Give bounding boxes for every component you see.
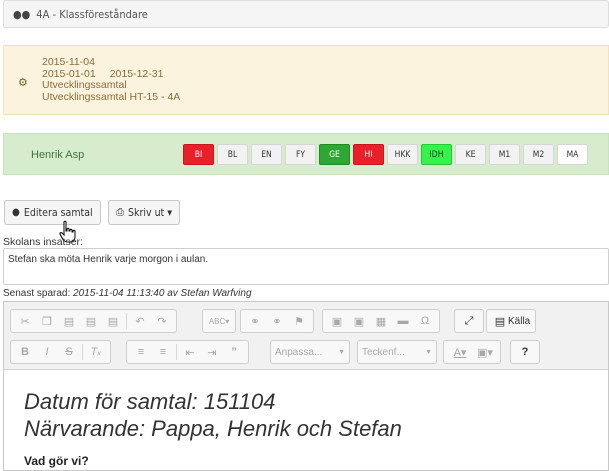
redo-icon[interactable]: ↷ [151, 311, 173, 331]
spellcheck-icon[interactable]: ABC▾ [206, 311, 232, 331]
editor-content[interactable]: Datum för samtal: 151104 Närvarande: Pap… [24, 388, 402, 442]
subject-badge-ke[interactable]: KE [455, 144, 486, 165]
remove-format-icon[interactable]: Tₓ [85, 342, 107, 362]
toolbar-group-colors: A▾ ▣▾ [443, 340, 501, 364]
meeting-info-panel: ⚙ 2015-11-04 2015-01-01 2015-12-31 Utveck… [3, 45, 609, 115]
blockquote-icon[interactable]: ” [223, 342, 245, 362]
unlink-icon[interactable]: ⚭ [266, 311, 288, 331]
table-icon[interactable]: ▦ [370, 311, 392, 331]
link-icon[interactable]: ⚭ [244, 311, 266, 331]
subject-badge-hi[interactable]: HI [353, 144, 384, 165]
subject-badge-idh[interactable]: IDH [421, 144, 452, 165]
outdent-icon[interactable]: ⇤ [179, 342, 201, 362]
content-line: Datum för samtal: 151104 [24, 389, 276, 414]
separator [82, 344, 83, 360]
paste-text-icon[interactable]: ▤ [80, 311, 102, 331]
panel-title: 4A - Klassföreståndare [36, 7, 148, 21]
horizontal-line-icon[interactable]: ▬ [392, 311, 414, 331]
student-row: Henrik Asp BI BL EN FY GE HI HKK IDH KE M1 M2 MA [3, 133, 609, 175]
toolbar-group-maximize: ⤢ [454, 309, 484, 333]
panel-header: ●● 4A - Klassföreståndare [3, 0, 609, 28]
last-saved: Senast sparad: 2015-11-04 11:13:40 av St… [3, 288, 252, 299]
content-line: Närvarande: Pappa, Henrik och Stefan [24, 416, 402, 441]
source-icon: ▤ [494, 315, 506, 328]
source-button[interactable]: ▤ Källa [486, 309, 537, 333]
separator [176, 344, 177, 360]
copy-icon[interactable]: ❐ [36, 311, 58, 331]
flash-icon[interactable]: ▣ [348, 311, 370, 331]
rich-text-editor[interactable]: ✂ ❐ ▤ ▤ ▤ ↶ ↷ ABC▾ ⚭ ⚭ ⚑ ▣ ▣ ▦ ▬ Ω ⤢ ▤ K… [3, 301, 609, 471]
globe-icon: ● [12, 207, 20, 218]
subject-badge-ma[interactable]: MA [557, 144, 588, 165]
meeting-name: Utvecklingssamtal HT-15 - 4A [42, 90, 181, 103]
bullet-list-icon[interactable]: ≡ [152, 342, 174, 362]
subject-badges: BI BL EN FY GE HI HKK IDH KE M1 M2 MA [183, 144, 591, 165]
paste-icon[interactable]: ▤ [58, 311, 80, 331]
caret-down-icon: ▼ [167, 208, 173, 217]
italic-icon[interactable]: I [36, 342, 58, 362]
subject-badge-en[interactable]: EN [251, 144, 282, 165]
help-icon[interactable]: ? [514, 342, 536, 362]
printer-icon: ⎙ [116, 207, 124, 218]
strike-icon[interactable]: S [58, 342, 80, 362]
meeting-type: Utvecklingssamtal [42, 79, 127, 91]
anchor-flag-icon[interactable]: ⚑ [288, 311, 310, 331]
toolbar-group-lists: ≡ ≡ ⇤ ⇥ ” [126, 340, 249, 364]
dashboard-icon: ⚙ [18, 77, 28, 89]
toolbar-group-format: B I S Tₓ [10, 340, 111, 364]
edit-meeting-button[interactable]: ● Editera samtal [4, 200, 101, 225]
paste-word-icon[interactable]: ▤ [102, 311, 124, 331]
indent-icon[interactable]: ⇥ [201, 342, 223, 362]
insatser-label: Skolans insatser: [3, 236, 83, 248]
insatser-textarea[interactable]: Stefan ska möta Henrik varje morgon i au… [3, 248, 609, 285]
undo-icon[interactable]: ↶ [129, 311, 151, 331]
separator [126, 313, 127, 329]
cut-icon[interactable]: ✂ [14, 311, 36, 331]
group-icon: ●● [13, 7, 31, 21]
toolbar-group-insert: ▣ ▣ ▦ ▬ Ω [322, 309, 440, 333]
editor-toolbar: ✂ ❐ ▤ ▤ ▤ ↶ ↷ ABC▾ ⚭ ⚭ ⚑ ▣ ▣ ▦ ▬ Ω ⤢ ▤ K… [4, 302, 608, 370]
toolbar-group-spell: ABC▾ [202, 309, 236, 333]
subject-badge-ge[interactable]: GE [319, 144, 350, 165]
subject-badge-fy[interactable]: FY [285, 144, 316, 165]
font-select[interactable]: Teckenf... ▼ [357, 340, 437, 364]
subject-badge-bi[interactable]: BI [183, 144, 214, 165]
subject-badge-bl[interactable]: BL [217, 144, 248, 165]
bold-icon[interactable]: B [14, 342, 36, 362]
print-dropdown-button[interactable]: ⎙ Skriv ut ▼ [108, 200, 181, 225]
numbered-list-icon[interactable]: ≡ [130, 342, 152, 362]
special-char-icon[interactable]: Ω [414, 311, 436, 331]
toolbar-group-clipboard: ✂ ❐ ▤ ▤ ▤ ↶ ↷ [10, 309, 177, 333]
format-select[interactable]: Anpassa... ▼ [270, 340, 350, 364]
maximize-icon[interactable]: ⤢ [458, 311, 480, 331]
content-heading: Vad gör vi? [24, 454, 89, 468]
student-name: Henrik Asp [31, 149, 85, 161]
subject-badge-hkk[interactable]: HKK [387, 144, 418, 165]
chevron-down-icon: ▼ [425, 348, 432, 356]
bg-color-icon[interactable]: ▣▾ [473, 342, 497, 362]
subject-badge-m2[interactable]: M2 [523, 144, 554, 165]
toolbar-group-help: ? [510, 340, 540, 364]
image-icon[interactable]: ▣ [326, 311, 348, 331]
toolbar-group-links: ⚭ ⚭ ⚑ [240, 309, 314, 333]
subject-badge-m1[interactable]: M1 [489, 144, 520, 165]
chevron-down-icon: ▼ [338, 348, 345, 356]
text-color-icon[interactable]: A▾ [447, 342, 473, 362]
